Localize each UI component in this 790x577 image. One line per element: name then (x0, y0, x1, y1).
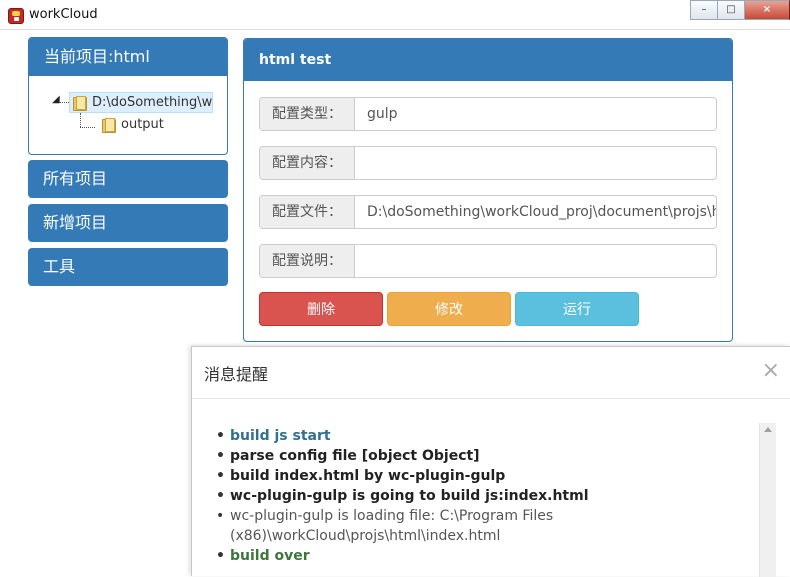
config-description-row: 配置说明： (259, 244, 717, 278)
config-description-label: 配置说明： (260, 245, 355, 277)
close-window-button[interactable]: × (744, 0, 790, 20)
config-file-input[interactable]: D:\doSomething\workCloud_proj\document\p… (355, 196, 716, 228)
sidebar: 当前项目:html ◢ D:\doSomething\w output 所有项目… (28, 37, 228, 286)
close-icon[interactable]: × (762, 360, 780, 382)
message-dialog-body: build js start parse config file [object… (192, 400, 790, 577)
tree-child-node[interactable]: output (99, 117, 164, 133)
config-type-label: 配置类型： (260, 98, 355, 130)
list-item: wc-plugin-gulp is going to build js:inde… (216, 486, 750, 506)
list-item: parse config file [object Object] (216, 446, 750, 466)
message-dialog: 消息提醒 × build js start parse config file … (191, 346, 790, 577)
all-projects-button[interactable]: 所有项目 (28, 160, 228, 198)
config-content-label: 配置内容： (260, 147, 355, 179)
message-dialog-title: 消息提醒 (204, 365, 269, 384)
app-window: workCloud – □ × 当前项目:html ◢ D:\doSomethi… (0, 0, 790, 577)
tree-line (59, 102, 69, 103)
title-bar: workCloud – □ × (0, 0, 790, 30)
edit-button[interactable]: 修改 (387, 292, 511, 326)
message-list: build js start parse config file [object… (216, 426, 750, 566)
config-description-input[interactable] (355, 245, 716, 277)
project-detail-title: html test (244, 39, 732, 81)
config-file-label: 配置文件： (260, 196, 355, 228)
app-icon (8, 8, 24, 24)
config-content-row: 配置内容： (259, 146, 717, 180)
tree-child-label: output (121, 117, 164, 132)
minimize-button[interactable]: – (690, 0, 717, 20)
folder-icon (101, 117, 116, 133)
tree-line (80, 127, 95, 128)
tree-root-node[interactable]: D:\doSomething\w (69, 92, 213, 113)
run-button[interactable]: 运行 (515, 292, 639, 326)
config-type-row: 配置类型： gulp (259, 97, 717, 131)
project-detail-panel: html test 配置类型： gulp 配置内容： 配置文件： D:\doSo… (243, 38, 733, 342)
list-item: build over (216, 546, 750, 566)
maximize-button[interactable]: □ (717, 0, 744, 20)
tree-expand-icon[interactable]: ◢ (52, 94, 60, 105)
tools-button[interactable]: 工具 (28, 248, 228, 286)
message-dialog-header: 消息提醒 × (192, 347, 790, 399)
list-item: wc-plugin-gulp is loading file: C:\Progr… (216, 506, 750, 546)
tree-root-label: D:\doSomething\w (92, 95, 213, 110)
scrollbar[interactable] (759, 423, 776, 577)
list-item: build js start (216, 426, 750, 446)
current-project-title: 当前项目:html (29, 38, 227, 76)
add-project-button[interactable]: 新增项目 (28, 204, 228, 242)
delete-button[interactable]: 删除 (259, 292, 383, 326)
folder-icon (72, 95, 87, 111)
window-title: workCloud (29, 7, 98, 22)
window-controls: – □ × (690, 0, 790, 20)
config-type-input[interactable]: gulp (355, 98, 716, 130)
project-tree: ◢ D:\doSomething\w output (29, 76, 227, 154)
tree-line (80, 113, 81, 127)
config-file-row: 配置文件： D:\doSomething\workCloud_proj\docu… (259, 195, 717, 229)
list-item: build index.html by wc-plugin-gulp (216, 466, 750, 486)
scroll-up-icon[interactable] (764, 427, 772, 432)
current-project-panel: 当前项目:html ◢ D:\doSomething\w output (28, 37, 228, 155)
config-content-input[interactable] (355, 147, 716, 179)
